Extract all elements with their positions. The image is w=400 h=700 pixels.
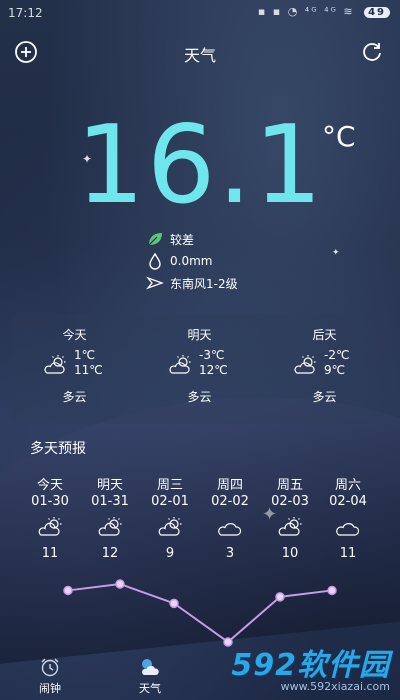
- forecast-title: 多天预报: [30, 441, 86, 457]
- daily-desc: 多云: [312, 390, 337, 404]
- forecast-day-name: 周五: [276, 478, 303, 493]
- daily-high: 9℃: [324, 363, 346, 377]
- weather-icon: [142, 659, 159, 675]
- temperature-unit: °C: [322, 120, 356, 153]
- battery-badge: 49: [364, 7, 390, 18]
- watermark-logo-text: 592软件园: [231, 648, 390, 683]
- watermark-url: www.592xiazai.com: [280, 680, 390, 693]
- forecast-day-temp: 11: [339, 546, 357, 561]
- wind-direction-icon: [146, 276, 164, 290]
- water-drop-icon: [149, 252, 161, 270]
- sun-cloud-icon: [44, 355, 66, 374]
- status-icons: ▪ ▪ ◔ ⁴ᴳ ⁴ᴳ ≋ 49: [258, 5, 390, 18]
- forecast-day-name: 今天: [36, 478, 63, 493]
- cloud-icon: [336, 523, 360, 536]
- daily-desc: 多云: [187, 390, 212, 404]
- forecast-day-temp: 12: [101, 546, 119, 561]
- tab-label: 天气: [139, 682, 161, 695]
- forecast-day-name: 周三: [156, 478, 183, 493]
- daily-temp-range: -2℃ 9℃: [324, 348, 349, 378]
- trend-point: [327, 585, 337, 596]
- tab-alarm-clock[interactable]: 闹钟: [20, 656, 80, 696]
- trend-point: [115, 579, 125, 589]
- header: 天气: [0, 36, 400, 68]
- daily-temp-range: -3℃ 12℃: [199, 348, 228, 378]
- forecast-day-temp: 11: [41, 546, 59, 561]
- status-time: 17:12: [8, 6, 43, 20]
- tab-label: 闹钟: [39, 682, 61, 695]
- forecast-day-date: 02-02: [211, 494, 249, 509]
- sun-cloud-icon: [294, 355, 316, 374]
- trend-point: [275, 592, 285, 602]
- daily-day-label: 今天: [62, 328, 87, 342]
- forecast-day-temp: 3: [225, 546, 235, 561]
- trend-point: [169, 598, 179, 609]
- daily-low: -3℃: [199, 348, 225, 362]
- forecast-day-date: 02-01: [151, 494, 189, 509]
- tab-weather[interactable]: 天气: [120, 656, 180, 696]
- daily-summary-panel: 今天 1℃ 11℃ 多云 明天 -3℃ 12℃ 多云 后天 -2℃ 9℃ 多云: [12, 314, 388, 424]
- current-temperature: 16.1: [76, 103, 325, 228]
- alarm-clock-icon: [41, 658, 59, 677]
- air-quality-text: 较差: [170, 232, 195, 247]
- watermark: 592软件园 www.592xiazai.com: [190, 640, 390, 698]
- precipitation-row: 0.0mm: [146, 250, 238, 272]
- forecast-day-date: 02-03: [271, 494, 309, 509]
- forecast-day-date: 01-31: [91, 494, 129, 509]
- daily-day-label: 后天: [312, 328, 337, 342]
- forecast-day-temp: 10: [281, 546, 299, 561]
- forecast-day-date: 01-30: [31, 494, 69, 509]
- daily-day-label: 明天: [187, 328, 212, 342]
- daily-high: 11℃: [74, 363, 103, 377]
- daily-low: -2℃: [324, 348, 350, 362]
- wind-text: 东南风1-2级: [170, 276, 238, 291]
- air-quality-row: 较差: [146, 228, 238, 250]
- daily-low: 1℃: [74, 348, 96, 362]
- trend-line: [67, 582, 333, 644]
- sun-cloud-icon: [278, 517, 302, 536]
- refresh-icon[interactable]: [360, 40, 384, 64]
- forecast-day-name: 周六: [334, 478, 361, 493]
- daily-desc: 多云: [62, 390, 87, 404]
- forecast-day-date: 02-04: [329, 494, 367, 509]
- daily-temp-range: 1℃ 11℃: [74, 348, 103, 378]
- sun-cloud-icon: [169, 355, 191, 374]
- signal-icons: ▪ ▪ ◔ ⁴ᴳ ⁴ᴳ ≋: [257, 5, 355, 18]
- sun-cloud-icon: [158, 517, 182, 536]
- status-bar: 17:12 ▪ ▪ ◔ ⁴ᴳ ⁴ᴳ ≋ 49: [0, 0, 400, 26]
- current-details: 较差 0.0mm 东南风1-2级: [146, 228, 238, 294]
- forecast-day-name: 明天: [96, 478, 123, 493]
- wind-row: 东南风1-2级: [146, 272, 238, 294]
- trend-point: [63, 585, 73, 596]
- cloud-icon: [218, 523, 242, 536]
- forecast-day-name: 周四: [216, 478, 243, 493]
- leaf-icon: [148, 233, 162, 246]
- daily-high: 12℃: [199, 363, 228, 377]
- sun-cloud-icon: [38, 517, 62, 536]
- star-decoration: ✦: [332, 248, 340, 258]
- precipitation-text: 0.0mm: [170, 254, 213, 268]
- page-title: 天气: [183, 46, 216, 65]
- forecast-day-temp: 9: [165, 546, 175, 561]
- sun-cloud-icon: [98, 517, 122, 536]
